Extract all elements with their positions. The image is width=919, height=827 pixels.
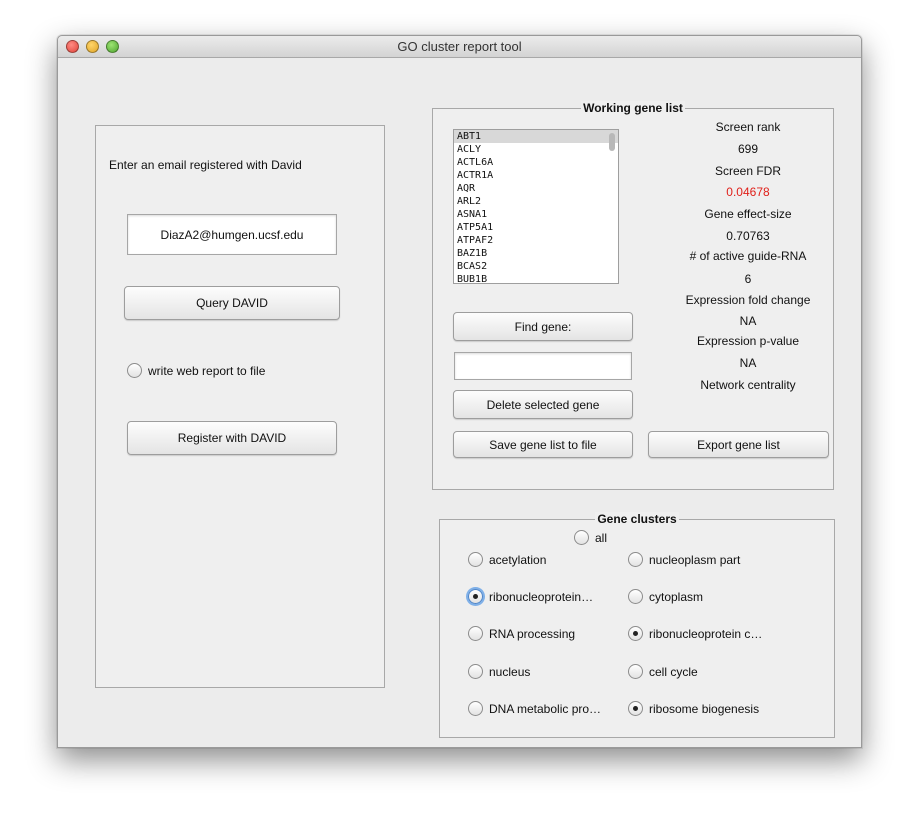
cluster-label: cell cycle [649, 665, 698, 679]
write-report-label: write web report to file [148, 364, 266, 378]
cluster-label: nucleus [489, 665, 531, 679]
list-item[interactable]: ARL2 [454, 195, 618, 208]
email-field[interactable]: DiazA2@humgen.ucsf.edu [127, 214, 337, 255]
effect-size-value: 0.70763 [726, 229, 770, 243]
list-item[interactable]: ASNA1 [454, 208, 618, 221]
gene-clusters-panel: Gene clusters all acetylation nucleoplasm… [439, 512, 835, 738]
gene-clusters-title: Gene clusters [595, 512, 679, 526]
email-prompt: Enter an email registered with David [109, 158, 302, 172]
guide-rna-label: # of active guide-RNA [689, 249, 807, 263]
list-item[interactable]: ABT1 [454, 130, 618, 143]
write-report-radio[interactable] [127, 363, 142, 378]
cluster-radio[interactable] [468, 589, 483, 604]
p-value-value: NA [739, 356, 757, 370]
screen-rank-value: 699 [737, 142, 759, 156]
list-item[interactable]: BCAS2 [454, 260, 618, 273]
screen-fdr-label: Screen FDR [714, 164, 782, 178]
screen-fdr-value: 0.04678 [726, 185, 770, 199]
centrality-label: Network centrality [700, 378, 796, 392]
list-item[interactable]: BAZ1B [454, 247, 618, 260]
list-item[interactable]: ACLY [454, 143, 618, 156]
fold-change-value: NA [739, 314, 757, 328]
cluster-all-radio[interactable] [574, 530, 589, 545]
working-gene-list-title: Working gene list [581, 101, 685, 115]
cluster-label: nucleoplasm part [649, 553, 741, 567]
list-item[interactable]: ATP5A1 [454, 221, 618, 234]
cluster-label: RNA processing [489, 627, 576, 641]
cluster-label: ribosome biogenesis [649, 702, 760, 716]
listbox-scroll-thumb[interactable] [609, 133, 615, 151]
list-item[interactable]: ACTL6A [454, 156, 618, 169]
working-gene-list-panel: Working gene list ABT1 ACLY ACTL6A ACTR1… [432, 101, 834, 490]
save-gene-list-button[interactable]: Save gene list to file [453, 431, 633, 458]
david-panel: Enter an email registered with David Dia… [95, 125, 385, 688]
cluster-label: cytoplasm [649, 590, 704, 604]
export-gene-list-button[interactable]: Export gene list [648, 431, 829, 458]
screen-rank-label: Screen rank [715, 120, 781, 134]
app-window: GO cluster report tool Enter an email re… [57, 35, 862, 748]
find-gene-button[interactable]: Find gene: [453, 312, 633, 341]
cluster-radio[interactable] [628, 626, 643, 641]
cluster-all-label: all [595, 531, 608, 545]
cluster-label: ribonucleoprotein… [489, 590, 594, 604]
p-value-label: Expression p-value [696, 334, 800, 348]
title-bar: GO cluster report tool [58, 36, 861, 58]
cluster-radio[interactable] [468, 552, 483, 567]
cluster-radio[interactable] [628, 664, 643, 679]
delete-gene-button[interactable]: Delete selected gene [453, 390, 633, 419]
window-title: GO cluster report tool [397, 39, 522, 54]
cluster-radio[interactable] [468, 701, 483, 716]
effect-size-label: Gene effect-size [704, 207, 792, 221]
cluster-label: acetylation [489, 553, 547, 567]
list-item[interactable]: AQR [454, 182, 618, 195]
gene-listbox[interactable]: ABT1 ACLY ACTL6A ACTR1A AQR ARL2 ASNA1 A… [453, 129, 619, 284]
list-item[interactable]: ATPAF2 [454, 234, 618, 247]
cluster-label: DNA metabolic pro… [489, 702, 602, 716]
query-david-button[interactable]: Query DAVID [124, 286, 340, 320]
cluster-radio[interactable] [628, 701, 643, 716]
list-item[interactable]: BUB1B [454, 273, 618, 283]
cluster-radio[interactable] [628, 552, 643, 567]
cluster-radio[interactable] [628, 589, 643, 604]
cluster-radio[interactable] [468, 664, 483, 679]
fold-change-label: Expression fold change [685, 293, 811, 307]
list-item[interactable]: ACTR1A [454, 169, 618, 182]
cluster-label: ribonucleoprotein c… [649, 627, 763, 641]
register-david-button[interactable]: Register with DAVID [127, 421, 337, 455]
find-gene-input[interactable] [454, 352, 632, 380]
guide-rna-value: 6 [744, 272, 752, 286]
cluster-radio[interactable] [468, 626, 483, 641]
